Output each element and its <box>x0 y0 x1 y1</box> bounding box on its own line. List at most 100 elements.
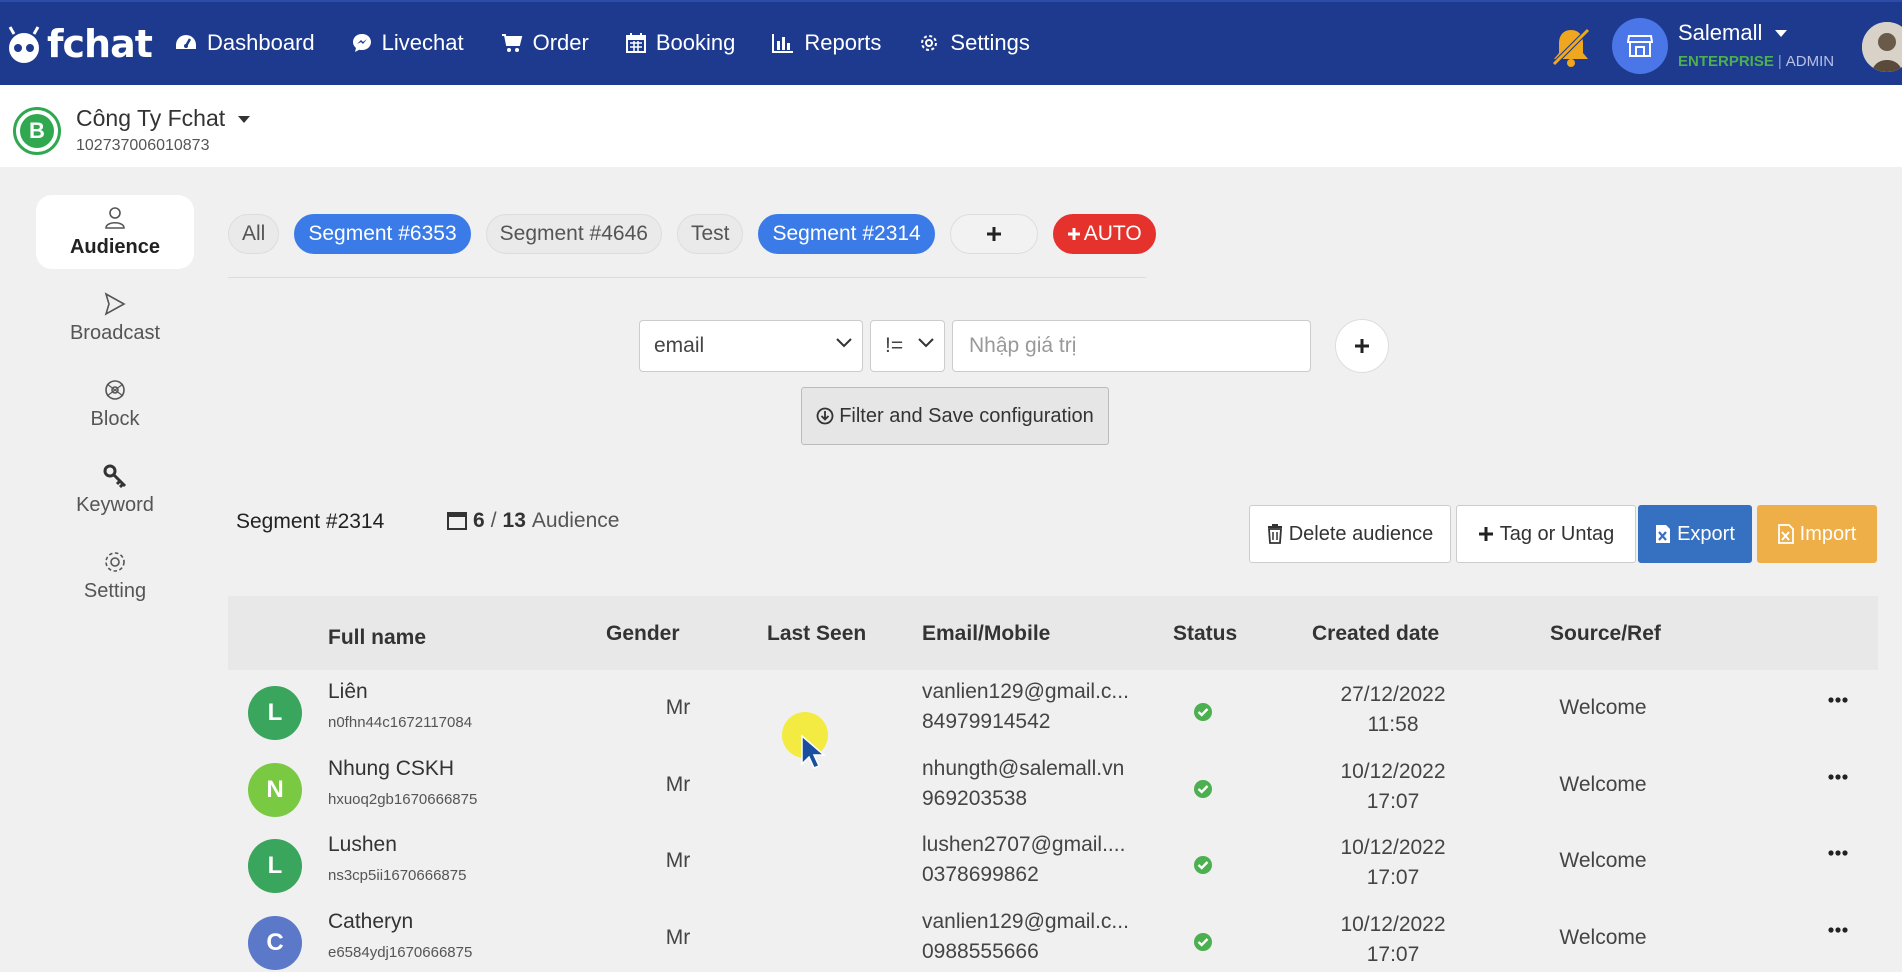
plus-icon <box>986 227 1001 241</box>
table-row[interactable]: C Catheryn e6584ydj1670666875 Mr vanlien… <box>228 902 1878 972</box>
col-email-mobile[interactable]: Email/Mobile <box>922 622 1050 646</box>
bell-muted-icon[interactable] <box>1548 26 1594 68</box>
dashboard-icon <box>176 35 196 49</box>
sidebar-item-block[interactable]: Block <box>36 367 194 441</box>
row-email: nhungth@salemall.vn <box>922 756 1125 780</box>
add-filter-button[interactable] <box>1335 319 1389 373</box>
plus-icon <box>1355 339 1369 353</box>
more-options-icon[interactable] <box>1828 849 1848 857</box>
row-time: 17:07 <box>1366 789 1420 813</box>
account-plan: ENTERPRISE | ADMIN <box>1678 53 1835 70</box>
sidebar-item-setting[interactable]: Setting <box>36 539 194 613</box>
status-check-icon <box>1194 932 1212 951</box>
row-full-name[interactable]: Lushen <box>328 833 397 857</box>
nav-settings[interactable]: Settings <box>918 30 1030 56</box>
row-user-id: hxuoq2gb1670666875 <box>328 790 478 808</box>
more-options-icon[interactable] <box>1828 773 1848 781</box>
tab-segment-4646[interactable]: Segment #4646 <box>485 214 662 254</box>
nav-booking[interactable]: Booking <box>625 30 736 56</box>
avatar[interactable]: L <box>248 686 302 740</box>
row-time: 11:58 <box>1367 713 1419 736</box>
row-full-name[interactable]: Liên <box>328 680 368 704</box>
more-options-icon[interactable] <box>1828 696 1848 704</box>
top-navbar: fchat Dashboard Livechat Order Booking R… <box>0 0 1902 85</box>
status-check-icon <box>1194 779 1212 798</box>
user-avatar[interactable] <box>1862 22 1902 72</box>
caret-down-icon <box>1774 30 1787 38</box>
row-created-date: 10/12/2022 17:07 <box>1318 910 1468 970</box>
sidebar-item-label: Broadcast <box>69 321 161 344</box>
account-menu[interactable]: Salemall <box>1678 20 1787 46</box>
fchat-logo[interactable]: fchat <box>4 22 153 66</box>
company-logo-letter: B <box>20 114 54 148</box>
gear-icon <box>105 551 125 572</box>
avatar[interactable]: N <box>248 762 302 817</box>
nav-reports[interactable]: Reports <box>772 30 881 56</box>
store-avatar[interactable] <box>1612 18 1668 74</box>
company-bar: B Công Ty Fchat 102737006010873 <box>0 85 1902 167</box>
tab-test[interactable]: Test <box>676 214 744 254</box>
col-status[interactable]: Status <box>1173 622 1237 646</box>
col-gender[interactable]: Gender <box>606 622 680 646</box>
sidebar-item-keyword[interactable]: Keyword <box>36 453 194 527</box>
sidebar-item-label: Audience <box>69 235 161 258</box>
filter-value-input[interactable] <box>952 320 1311 372</box>
main-nav: Dashboard Livechat Order Booking Reports… <box>175 30 1067 56</box>
gear-icon <box>921 35 938 51</box>
table-row[interactable]: L Liên n0fhn44c1672117084 Mr vanlien129@… <box>228 672 1878 748</box>
row-email: vanlien129@gmail.c... <box>922 909 1129 933</box>
export-button[interactable]: Export <box>1638 505 1752 563</box>
add-segment-button[interactable] <box>949 214 1038 254</box>
plus-icon <box>1067 228 1080 240</box>
delete-audience-button[interactable]: Delete audience <box>1249 505 1451 563</box>
trash-icon <box>1267 524 1282 544</box>
import-button[interactable]: Import <box>1757 505 1877 563</box>
col-full-name[interactable]: Full name <box>328 626 426 650</box>
calendar-icon <box>625 33 646 53</box>
cart-icon <box>501 34 522 52</box>
sidebar-item-audience[interactable]: Audience <box>36 195 194 269</box>
row-full-name[interactable]: Catheryn <box>328 910 413 934</box>
row-mobile: 0988555666 <box>922 939 1039 963</box>
filter-operator-select[interactable]: != <box>870 320 945 372</box>
avatar[interactable]: C <box>248 915 302 970</box>
row-source: Welcome <box>1559 925 1647 949</box>
export-label: Export <box>1677 522 1735 545</box>
filter-save-button[interactable]: Filter and Save configuration <box>801 387 1109 445</box>
row-mobile: 0378699862 <box>922 863 1039 886</box>
col-created-date[interactable]: Created date <box>1312 622 1439 646</box>
nav-livechat[interactable]: Livechat <box>352 30 464 56</box>
audience-unit: Audience <box>531 509 620 532</box>
nav-order[interactable]: Order <box>501 30 589 56</box>
tab-segment-6353[interactable]: Segment #6353 <box>294 214 471 254</box>
tab-all[interactable]: All <box>228 214 280 254</box>
account-name: Salemall <box>1678 20 1763 45</box>
company-selector[interactable]: Công Ty Fchat <box>76 105 250 132</box>
row-email: lushen2707@gmail.... <box>922 833 1126 856</box>
col-source-ref[interactable]: Source/Ref <box>1550 622 1661 646</box>
auto-segment-button[interactable]: AUTO <box>1052 214 1156 254</box>
tag-untag-label: Tag or Untag <box>1499 522 1615 545</box>
tab-segment-2314[interactable]: Segment #2314 <box>758 214 935 254</box>
col-last-seen[interactable]: Last Seen <box>767 622 866 646</box>
logo-text: fchat <box>47 22 153 66</box>
tag-untag-button[interactable]: Tag or Untag <box>1456 505 1636 563</box>
import-label: Import <box>1799 522 1857 545</box>
excel-file-icon <box>1656 525 1671 543</box>
table-row[interactable]: N Nhung CSKH hxuoq2gb1670666875 Mr nhung… <box>228 749 1878 825</box>
excel-file-icon <box>1777 524 1794 544</box>
nav-dashboard-label: Dashboard <box>207 30 315 55</box>
nav-dashboard[interactable]: Dashboard <box>175 30 315 56</box>
avatar[interactable]: L <box>248 839 302 893</box>
block-icon <box>105 379 125 400</box>
sidebar-item-broadcast[interactable]: Broadcast <box>36 281 194 355</box>
row-full-name[interactable]: Nhung CSKH <box>328 757 454 781</box>
nav-booking-label: Booking <box>655 30 736 55</box>
table-row[interactable]: L Lushen ns3cp5ii1670666875 Mr lushen270… <box>228 825 1878 901</box>
nav-reports-label: Reports <box>804 30 882 55</box>
filter-field-select[interactable]: email <box>639 320 863 372</box>
more-options-icon[interactable] <box>1828 926 1848 934</box>
row-gender: Mr <box>665 925 691 949</box>
current-segment-title: Segment #2314 <box>236 510 385 533</box>
row-date: 10/12/2022 <box>1340 912 1446 936</box>
